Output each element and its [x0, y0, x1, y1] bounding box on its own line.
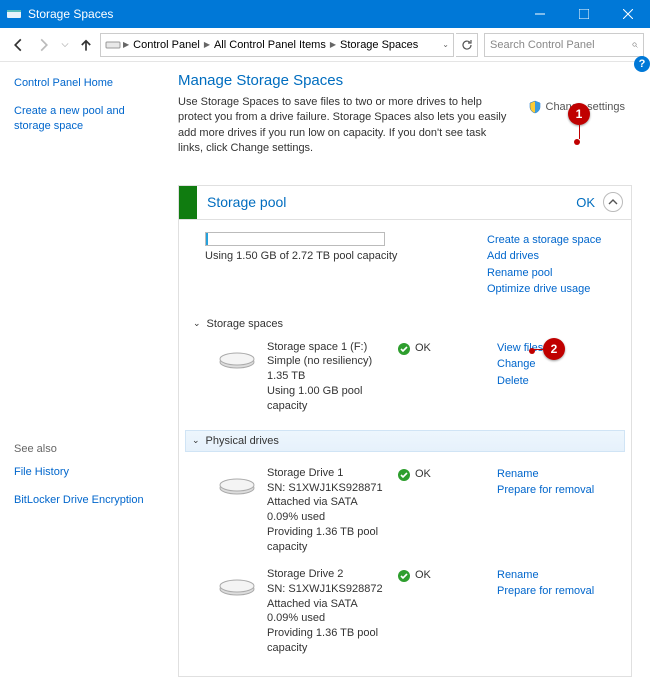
link-prepare-removal[interactable]: Prepare for removal — [497, 583, 617, 600]
page-title: Manage Storage Spaces — [178, 72, 632, 89]
space-size: 1.35 TB — [267, 369, 387, 384]
drive-icon — [105, 37, 121, 53]
breadcrumb-crumb[interactable]: Storage Spaces — [338, 39, 420, 51]
pool-usage-bar — [205, 232, 385, 246]
drive-name: Storage Drive 1 — [267, 466, 387, 481]
see-also-label: See also — [14, 443, 160, 455]
link-delete[interactable]: Delete — [497, 373, 617, 390]
storage-spaces-label: Storage spaces — [207, 318, 283, 330]
drive-status: OK — [397, 466, 487, 555]
physical-drives-header[interactable]: ⌄ Physical drives — [185, 430, 625, 452]
maximize-button[interactable] — [562, 0, 606, 28]
drive-provide: Providing 1.36 TB pool capacity — [267, 626, 387, 656]
shield-icon — [528, 100, 542, 114]
storage-spaces-header[interactable]: ⌄ Storage spaces — [193, 314, 617, 334]
close-button[interactable] — [606, 0, 650, 28]
chevron-right-icon: ▶ — [330, 40, 336, 49]
physical-drives-label: Physical drives — [206, 435, 279, 447]
pool-actions: Create a storage space Add drives Rename… — [487, 232, 617, 298]
navigation-bar: ▶ Control Panel ▶ All Control Panel Item… — [0, 28, 650, 62]
storage-pool-panel: Storage pool OK Using 1.50 GB of 2.72 TB… — [178, 185, 632, 677]
breadcrumb[interactable]: ▶ Control Panel ▶ All Control Panel Item… — [100, 33, 454, 57]
search-input[interactable] — [490, 39, 632, 51]
physical-drive-item: Storage Drive 2 SN: S1XWJ1KS928872 Attac… — [193, 561, 617, 662]
ok-icon — [397, 342, 411, 356]
drive-attach: Attached via SATA — [267, 597, 387, 612]
annotation-2: 2 — [543, 338, 565, 360]
drive-icon — [217, 470, 257, 498]
drive-serial: SN: S1XWJ1KS928872 — [267, 582, 387, 597]
drive-actions: Rename Prepare for removal — [497, 567, 617, 656]
pool-header: Storage pool OK — [179, 186, 631, 220]
drive-used: 0.09% used — [267, 510, 387, 525]
forward-button[interactable] — [32, 33, 56, 57]
chevron-down-icon: ⌄ — [192, 435, 200, 446]
status-color-bar — [179, 186, 197, 219]
space-resiliency: Simple (no resiliency) — [267, 354, 387, 369]
drive-attach: Attached via SATA — [267, 495, 387, 510]
chevron-right-icon: ▶ — [204, 40, 210, 49]
space-status: OK — [397, 340, 487, 414]
help-button[interactable]: ? — [634, 56, 650, 72]
link-add-drives[interactable]: Add drives — [487, 248, 617, 265]
sidebar-link-file-history[interactable]: File History — [14, 465, 160, 479]
chevron-right-icon: ▶ — [123, 40, 129, 49]
page-description: Use Storage Spaces to save files to two … — [178, 95, 508, 157]
drive-status: OK — [397, 567, 487, 656]
pool-usage-text: Using 1.50 GB of 2.72 TB pool capacity — [205, 250, 473, 262]
breadcrumb-dropdown-icon[interactable]: ⌄ — [442, 40, 449, 49]
refresh-button[interactable] — [456, 33, 478, 57]
drive-serial: SN: S1XWJ1KS928871 — [267, 481, 387, 496]
breadcrumb-crumb[interactable]: Control Panel — [131, 39, 202, 51]
space-actions: View files Change Delete 2 — [497, 340, 617, 414]
collapse-button[interactable] — [603, 192, 623, 212]
breadcrumb-crumb[interactable]: All Control Panel Items — [212, 39, 328, 51]
link-rename[interactable]: Rename — [497, 567, 617, 584]
annotation-1: 1 — [568, 103, 590, 125]
ok-icon — [397, 569, 411, 583]
search-icon — [632, 39, 638, 51]
drive-actions: Rename Prepare for removal — [497, 466, 617, 555]
annotation-1-dot — [574, 139, 580, 145]
pool-title: Storage pool — [197, 194, 576, 210]
chevron-up-icon — [608, 197, 618, 207]
link-rename-pool[interactable]: Rename pool — [487, 265, 617, 282]
minimize-button[interactable] — [518, 0, 562, 28]
back-button[interactable] — [6, 33, 30, 57]
ok-icon — [397, 468, 411, 482]
drive-name: Storage Drive 2 — [267, 567, 387, 582]
physical-drive-item: Storage Drive 1 SN: S1XWJ1KS928871 Attac… — [193, 460, 617, 561]
window-titlebar: Storage Spaces — [0, 0, 650, 28]
drive-icon — [217, 344, 257, 372]
search-box[interactable] — [484, 33, 644, 57]
up-button[interactable] — [74, 33, 98, 57]
sidebar-link-create-pool[interactable]: Create a new pool and storage space — [14, 104, 160, 133]
link-rename[interactable]: Rename — [497, 466, 617, 483]
app-icon — [6, 6, 22, 22]
link-optimize[interactable]: Optimize drive usage — [487, 281, 617, 298]
annotation-2-dot — [529, 348, 535, 354]
drive-used: 0.09% used — [267, 611, 387, 626]
space-usage: Using 1.00 GB pool capacity — [267, 384, 387, 414]
storage-space-item: Storage space 1 (F:) Simple (no resilien… — [193, 334, 617, 420]
content-pane: ? Manage Storage Spaces Use Storage Spac… — [174, 62, 650, 598]
window-title: Storage Spaces — [28, 7, 518, 21]
sidebar-link-bitlocker[interactable]: BitLocker Drive Encryption — [14, 493, 160, 507]
drive-icon — [217, 571, 257, 599]
link-prepare-removal[interactable]: Prepare for removal — [497, 482, 617, 499]
sidebar-link-home[interactable]: Control Panel Home — [14, 76, 160, 90]
recent-dropdown[interactable] — [58, 33, 72, 57]
chevron-down-icon: ⌄ — [193, 318, 201, 329]
link-create-space[interactable]: Create a storage space — [487, 232, 617, 249]
sidebar: Control Panel Home Create a new pool and… — [0, 62, 174, 598]
pool-status: OK — [576, 195, 595, 210]
drive-provide: Providing 1.36 TB pool capacity — [267, 525, 387, 555]
space-name: Storage space 1 (F:) — [267, 340, 387, 355]
